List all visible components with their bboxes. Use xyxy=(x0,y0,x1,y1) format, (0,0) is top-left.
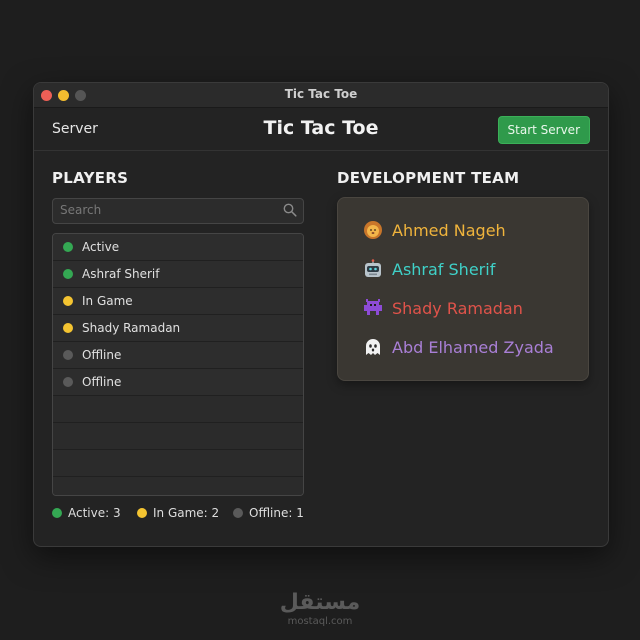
list-item[interactable]: Offline xyxy=(53,369,303,396)
status-dot-offline xyxy=(63,350,73,360)
legend-in-game: In Game: 2 xyxy=(137,506,219,520)
alien-monster-icon xyxy=(364,299,382,315)
list-item[interactable]: Active xyxy=(53,234,303,261)
team-member: Ahmed Nageh xyxy=(362,220,506,240)
search-input[interactable]: Search xyxy=(52,198,304,224)
toolbar: Server Tic Tac Toe Start Server xyxy=(34,108,608,151)
player-label: Offline xyxy=(82,375,122,389)
member-name: Ashraf Sherif xyxy=(392,260,496,279)
list-item[interactable]: Shady Ramadan xyxy=(53,315,303,342)
legend-offline: Offline: 1 xyxy=(233,506,304,520)
watermark: مستقل mostaql.com xyxy=(0,590,640,628)
search-placeholder: Search xyxy=(60,203,102,217)
players-heading: PLAYERS xyxy=(52,169,129,187)
player-label: Offline xyxy=(82,348,122,362)
member-name: Ahmed Nageh xyxy=(392,221,506,240)
robot-icon xyxy=(365,259,381,277)
status-dot-ingame xyxy=(137,508,147,518)
status-dot-offline xyxy=(233,508,243,518)
players-list[interactable]: Active Ashraf Sherif In Game Shady Ramad… xyxy=(52,233,304,496)
legend-offline-text: Offline: 1 xyxy=(249,506,304,520)
team-member: Shady Ramadan xyxy=(362,298,523,318)
player-label: Ashraf Sherif xyxy=(82,267,160,281)
legend-in-game-text: In Game: 2 xyxy=(153,506,220,520)
list-item[interactable]: Offline xyxy=(53,342,303,369)
list-item[interactable]: Ashraf Sherif xyxy=(53,261,303,288)
window-title: Tic Tac Toe xyxy=(284,87,358,101)
legend-active-text: Active: 3 xyxy=(68,506,121,520)
status-dot-ingame xyxy=(63,296,73,306)
member-name: Abd Elhamed Zyada xyxy=(392,338,554,357)
title-bar: Tic Tac Toe xyxy=(34,83,608,108)
empty-row xyxy=(53,477,303,495)
watermark-arabic: مستقل xyxy=(279,590,361,615)
team-member: Ashraf Sherif xyxy=(362,259,495,279)
list-item[interactable]: In Game xyxy=(53,288,303,315)
member-name: Shady Ramadan xyxy=(392,299,523,318)
watermark-latin: mostaql.com xyxy=(287,616,353,627)
status-dot-offline xyxy=(63,377,73,387)
app-window: Tic Tac Toe Server Tic Tac Toe Start Ser… xyxy=(33,82,609,547)
player-label: In Game xyxy=(82,294,133,308)
development-team-card: Ahmed Nageh Ashraf Sherif Shady Ramadan … xyxy=(337,197,589,381)
development-team-heading: DEVELOPMENT TEAM xyxy=(337,169,520,187)
search-icon[interactable] xyxy=(283,203,297,217)
ghost-icon xyxy=(366,339,380,355)
player-label: Active xyxy=(82,240,120,254)
player-label: Shady Ramadan xyxy=(82,321,181,335)
empty-row xyxy=(53,396,303,423)
legend-active: Active: 3 xyxy=(52,506,121,520)
status-dot-active xyxy=(52,508,62,518)
lion-icon xyxy=(364,221,382,239)
empty-row xyxy=(53,423,303,450)
empty-row xyxy=(53,450,303,477)
start-server-button[interactable]: Start Server xyxy=(497,116,590,144)
status-dot-ingame xyxy=(63,323,73,333)
team-member: Abd Elhamed Zyada xyxy=(362,337,554,357)
status-dot-active xyxy=(63,242,73,252)
status-dot-active xyxy=(63,269,73,279)
